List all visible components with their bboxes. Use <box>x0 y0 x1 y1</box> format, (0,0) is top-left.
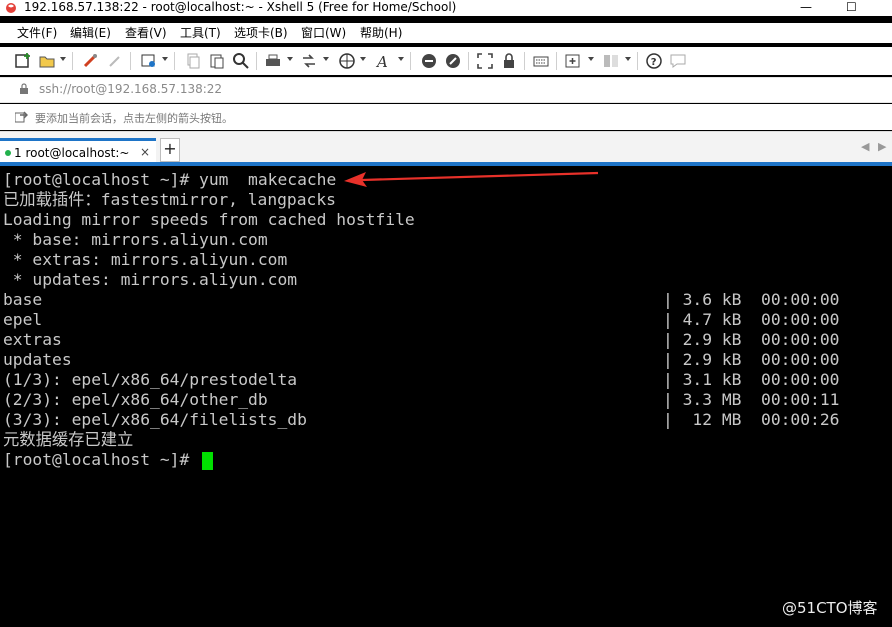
terminal-line: * updates: mirrors.aliyun.com <box>3 270 298 289</box>
help-icon[interactable]: ? <box>645 52 663 70</box>
menu-bar: 文件(F) 编辑(E) 查看(V) 工具(T) 选项卡(B) 窗口(W) 帮助(… <box>0 23 892 43</box>
toolbar-separator <box>72 52 73 70</box>
transfer-dropdown-icon[interactable] <box>323 57 329 61</box>
toolbar-separator <box>256 52 257 70</box>
svg-text:A: A <box>375 53 388 70</box>
terminal-line: updates <box>3 350 72 369</box>
watermark: @51CTO博客 <box>782 599 878 617</box>
tab-label: 1 root@localhost:~ <box>14 146 130 160</box>
annotation-arrow <box>344 171 599 187</box>
chat-icon[interactable] <box>669 52 687 70</box>
tab-scroll-left-button[interactable]: ◀ <box>861 140 869 153</box>
terminal-line: [root@localhost ~]# yum makecache <box>3 170 337 189</box>
xftp-icon[interactable] <box>420 52 438 70</box>
tab-root-localhost[interactable]: 1 root@localhost:~ × <box>0 138 156 164</box>
fullscreen-icon[interactable] <box>476 52 494 70</box>
copy-icon[interactable] <box>184 52 202 70</box>
download-stat: | 3.6 kB 00:00:00 <box>663 290 840 309</box>
terminal-cursor <box>202 452 213 470</box>
download-stat: | 4.7 kB 00:00:00 <box>663 310 840 329</box>
download-stat: | 3.3 MB 00:00:11 <box>663 390 840 409</box>
print-icon[interactable] <box>264 52 282 70</box>
minimize-button[interactable]: — <box>800 0 812 14</box>
transfer-icon[interactable] <box>300 52 318 70</box>
new-tab-icon[interactable] <box>564 52 582 70</box>
new-tab-dropdown-icon[interactable] <box>588 57 594 61</box>
terminal[interactable]: [root@localhost ~]# yum makecache 已加载插件：… <box>0 166 892 627</box>
menu-tabs[interactable]: 选项卡(B) <box>234 23 288 43</box>
reconnect-icon[interactable] <box>82 52 100 70</box>
session-address[interactable]: ssh://root@192.168.57.138:22 <box>39 82 222 96</box>
layout-dropdown-icon[interactable] <box>625 57 631 61</box>
paste-icon[interactable] <box>208 52 226 70</box>
tab-bar: 1 root@localhost:~ × + ◀ ▶ <box>0 131 892 164</box>
session-hint-bar: 要添加当前会话，点击左侧的箭头按钮。 <box>0 104 892 130</box>
download-stat: | 2.9 kB 00:00:00 <box>663 330 840 349</box>
download-stat: | 12 MB 00:00:26 <box>663 410 840 429</box>
menu-file[interactable]: 文件(F) <box>17 23 57 43</box>
download-stat: | 3.1 kB 00:00:00 <box>663 370 840 389</box>
bookmark-arrow-icon[interactable] <box>15 111 29 123</box>
find-icon[interactable] <box>232 52 250 70</box>
address-lock-icon <box>20 83 28 94</box>
toolbar-separator <box>468 52 469 70</box>
globe-icon[interactable] <box>338 52 356 70</box>
tab-close-button[interactable]: × <box>140 145 150 159</box>
maximize-button[interactable]: ☐ <box>846 0 857 14</box>
svg-text:?: ? <box>651 57 657 68</box>
keyboard-icon[interactable] <box>532 52 550 70</box>
toolbar-separator <box>556 52 557 70</box>
terminal-line: (1/3): epel/x86_64/prestodelta <box>3 370 298 389</box>
terminal-line: * base: mirrors.aliyun.com <box>3 230 268 249</box>
download-stat: | 2.9 kB 00:00:00 <box>663 350 840 369</box>
toolbar-separator <box>130 52 131 70</box>
toolbar: A ? <box>0 47 892 75</box>
terminal-line: (2/3): epel/x86_64/other_db <box>3 390 268 409</box>
menu-edit[interactable]: 编辑(E) <box>70 23 111 43</box>
print-dropdown-icon[interactable] <box>287 57 293 61</box>
xshell-logo-icon <box>6 3 16 13</box>
open-dropdown-icon[interactable] <box>60 57 66 61</box>
terminal-line: (3/3): epel/x86_64/filelists_db <box>3 410 307 429</box>
new-session-icon[interactable] <box>14 52 32 70</box>
font-icon[interactable]: A <box>374 52 392 70</box>
terminal-line: * extras: mirrors.aliyun.com <box>3 250 288 269</box>
open-folder-icon[interactable] <box>38 52 56 70</box>
title-bar: 192.168.57.138:22 - root@localhost:~ - X… <box>0 0 892 16</box>
window-title: 192.168.57.138:22 - root@localhost:~ - X… <box>24 0 457 14</box>
toolbar-separator <box>637 52 638 70</box>
menu-window[interactable]: 窗口(W) <box>301 23 346 43</box>
xmanager-icon[interactable] <box>444 52 462 70</box>
menu-view[interactable]: 查看(V) <box>125 23 167 43</box>
layout-icon[interactable] <box>602 52 620 70</box>
terminal-line: epel <box>3 310 43 329</box>
terminal-line: 元数据缓存已建立 <box>3 430 134 449</box>
toolbar-separator <box>524 52 525 70</box>
font-dropdown-icon[interactable] <box>398 57 404 61</box>
toolbar-separator <box>174 52 175 70</box>
lock-icon[interactable] <box>500 52 518 70</box>
properties-icon[interactable] <box>140 52 158 70</box>
address-bar: ssh://root@192.168.57.138:22 <box>0 77 892 103</box>
menu-tools[interactable]: 工具(T) <box>180 23 221 43</box>
disconnect-icon[interactable] <box>106 52 124 70</box>
terminal-line: extras <box>3 330 62 349</box>
terminal-line: 已加载插件：fastestmirror, langpacks <box>3 190 336 209</box>
hint-text: 要添加当前会话，点击左侧的箭头按钮。 <box>35 112 233 125</box>
toolbar-separator <box>410 52 411 70</box>
terminal-line: Loading mirror speeds from cached hostfi… <box>3 210 415 229</box>
terminal-line: base <box>3 290 43 309</box>
tab-scroll-right-button[interactable]: ▶ <box>878 140 886 153</box>
menu-help[interactable]: 帮助(H) <box>360 23 402 43</box>
properties-dropdown-icon[interactable] <box>162 57 168 61</box>
add-tab-button[interactable]: + <box>160 138 180 162</box>
globe-dropdown-icon[interactable] <box>360 57 366 61</box>
connected-status-dot <box>5 150 11 156</box>
terminal-prompt-line: [root@localhost ~]# <box>3 450 200 469</box>
